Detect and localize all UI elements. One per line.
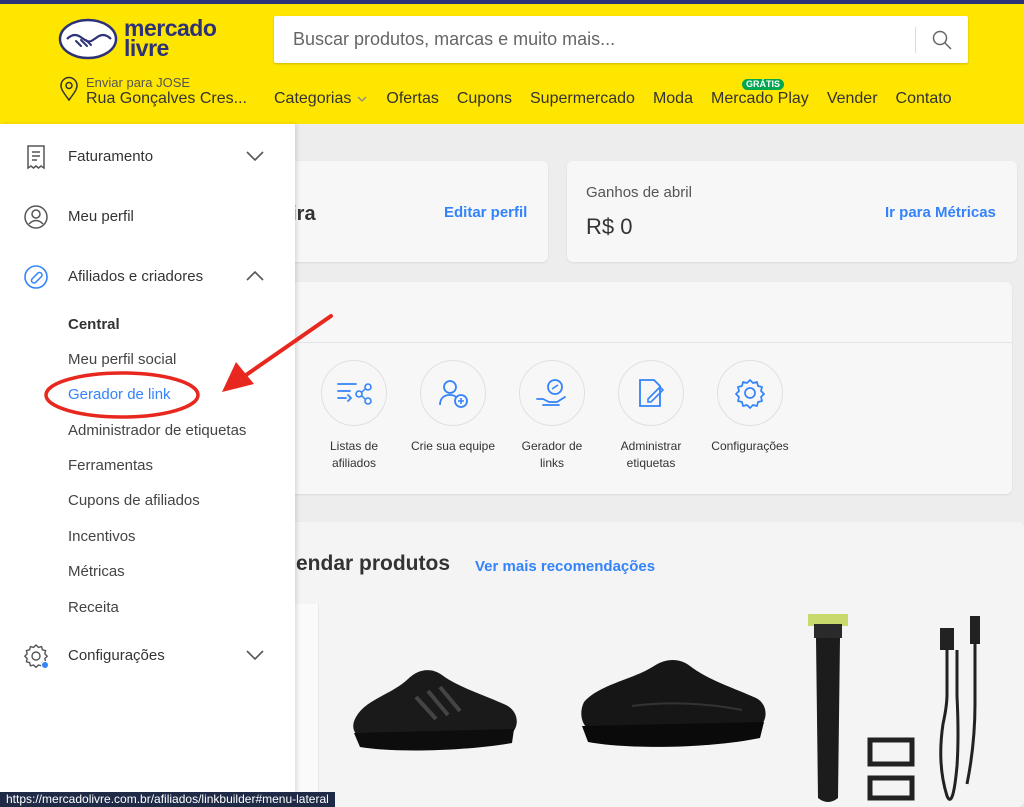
sidebar-item-faturamento-label: Faturamento — [68, 147, 154, 165]
nav-mercado-play-label: Mercado Play — [710, 90, 809, 107]
metrics-link[interactable]: Ir para Métricas — [885, 204, 996, 221]
search-button[interactable] — [916, 16, 968, 63]
header: mercado livre Enviar para JOSE Rua Gonça… — [0, 4, 1024, 124]
gear-icon — [735, 379, 765, 409]
edit-profile-link[interactable]: Editar perfil — [444, 204, 527, 221]
tool-listas-line2: afiliados — [331, 456, 377, 470]
gratis-badge: GRÁTIS — [741, 79, 784, 90]
logo-line2: livre — [124, 35, 169, 61]
nav-mercado-play[interactable]: GRÁTIS Mercado Play — [710, 79, 809, 108]
logo-text: mercado livre — [124, 17, 217, 61]
document-edit-icon — [639, 379, 665, 407]
nav-categorias[interactable]: Categorias — [274, 90, 368, 108]
nav-ofertas[interactable]: Ofertas — [386, 90, 438, 108]
nav-vender-label: Vender — [826, 90, 878, 107]
mercado-livre-logo[interactable]: mercado livre — [58, 17, 217, 61]
recommend-title: endar produtos — [296, 552, 451, 575]
search-box — [274, 16, 968, 63]
location-label: Enviar para JOSE — [86, 75, 191, 90]
tool-gerador-links[interactable]: Gerador de links — [507, 360, 597, 472]
delivery-location[interactable]: Enviar para JOSE Rua Gonçalves Cres... — [58, 76, 247, 108]
search-icon — [932, 30, 952, 50]
sidebar-item-configuracoes-label: Configurações — [68, 646, 165, 664]
location-address: Rua Gonçalves Cres... — [86, 90, 247, 107]
location-pin-icon — [60, 76, 78, 102]
sidebar-item-faturamento[interactable]: Faturamento — [0, 136, 295, 176]
black-running-shoe-image — [581, 660, 766, 747]
nav-contato[interactable]: Contato — [896, 90, 952, 108]
sidebar-subitem-receita[interactable]: Receita — [68, 599, 119, 616]
product-shoe-2[interactable] — [572, 640, 772, 760]
chevron-down-icon — [246, 650, 264, 661]
earnings-card: Ganhos de abril R$ 0 Ir para Métricas — [567, 161, 1017, 262]
earnings-label: Ganhos de abril — [586, 184, 692, 201]
electric-trimmer-image — [808, 614, 980, 802]
sidebar: Faturamento Meu perfil Afiliados e criad… — [0, 124, 295, 807]
sidebar-subitem-incentivos[interactable]: Incentivos — [68, 528, 136, 545]
receipt-icon — [27, 145, 45, 170]
tool-administrar-line2: etiquetas — [626, 456, 676, 470]
nav-moda-label: Moda — [652, 90, 693, 107]
tool-listas-afiliados[interactable]: Listas de afiliados — [309, 360, 399, 472]
tool-crie-equipe[interactable]: Crie sua equipe — [408, 360, 498, 455]
product-shoe-1[interactable] — [346, 647, 521, 762]
tool-administrar-line1: Administrar — [620, 439, 682, 453]
sidebar-subitem-ferramentas[interactable]: Ferramentas — [68, 457, 153, 474]
product-trimmer[interactable] — [806, 608, 996, 807]
add-user-icon — [439, 380, 468, 408]
nav-contato-label: Contato — [895, 90, 952, 107]
nav-cupons-label: Cupons — [456, 90, 512, 107]
tool-config-line1: Configurações — [711, 439, 789, 453]
status-bar-url: https://mercadolivre.com.br/afiliados/li… — [0, 792, 335, 807]
sidebar-subitem-cupons-afiliados[interactable]: Cupons de afiliados — [68, 492, 200, 509]
gear-icon — [24, 644, 49, 669]
sidebar-item-afiliados[interactable]: Afiliados e criadores — [0, 256, 295, 296]
hand-link-icon — [536, 379, 566, 406]
main-nav: Categorias Ofertas Cupons Supermercado M… — [274, 79, 970, 108]
tool-equipe-line1: Crie sua equipe — [410, 439, 496, 453]
link-circle-icon — [24, 265, 48, 289]
tool-gerador-line2: links — [539, 456, 564, 470]
sidebar-subitem-metricas[interactable]: Métricas — [68, 563, 125, 580]
chevron-down-icon — [246, 151, 264, 162]
nav-supermercado-label: Supermercado — [530, 90, 635, 107]
nav-moda[interactable]: Moda — [653, 90, 693, 108]
list-share-icon — [337, 383, 372, 405]
earnings-value: R$ 0 — [586, 214, 633, 239]
tool-listas-line1: Listas de — [329, 439, 379, 453]
black-sneaker-image — [353, 670, 517, 751]
nav-categorias-label: Categorias — [274, 90, 352, 107]
tool-configuracoes[interactable]: Configurações — [705, 360, 795, 455]
chevron-up-icon — [246, 270, 264, 281]
sidebar-item-meu-perfil-label: Meu perfil — [68, 207, 134, 225]
recommend-link[interactable]: Ver mais recomendações — [475, 558, 655, 575]
sidebar-item-configuracoes[interactable]: Configurações — [0, 635, 295, 675]
recommendations-card: endar produtos Ver mais recomendações — [200, 522, 1024, 807]
sidebar-subitem-administrador-etiquetas[interactable]: Administrador de etiquetas — [68, 422, 246, 439]
sidebar-item-meu-perfil[interactable]: Meu perfil — [0, 196, 295, 236]
tools-divider — [200, 342, 1012, 343]
tool-administrar-etiquetas[interactable]: Administrar etiquetas — [606, 360, 696, 472]
sidebar-item-afiliados-label: Afiliados e criadores — [68, 267, 204, 285]
sidebar-subitem-meu-perfil-social[interactable]: Meu perfil social — [68, 351, 176, 368]
tool-gerador-line1: Gerador de — [521, 439, 583, 453]
handshake-logo-icon — [58, 18, 118, 60]
nav-cupons[interactable]: Cupons — [457, 90, 512, 108]
nav-ofertas-label: Ofertas — [386, 90, 439, 107]
sidebar-subitem-gerador-de-link[interactable]: Gerador de link — [68, 386, 171, 403]
search-input[interactable] — [274, 16, 915, 63]
nav-vender[interactable]: Vender — [827, 90, 878, 108]
chevron-down-icon — [357, 96, 367, 102]
user-circle-icon — [24, 205, 48, 229]
sidebar-subitem-central[interactable]: Central — [68, 316, 120, 333]
nav-supermercado[interactable]: Supermercado — [530, 90, 635, 108]
